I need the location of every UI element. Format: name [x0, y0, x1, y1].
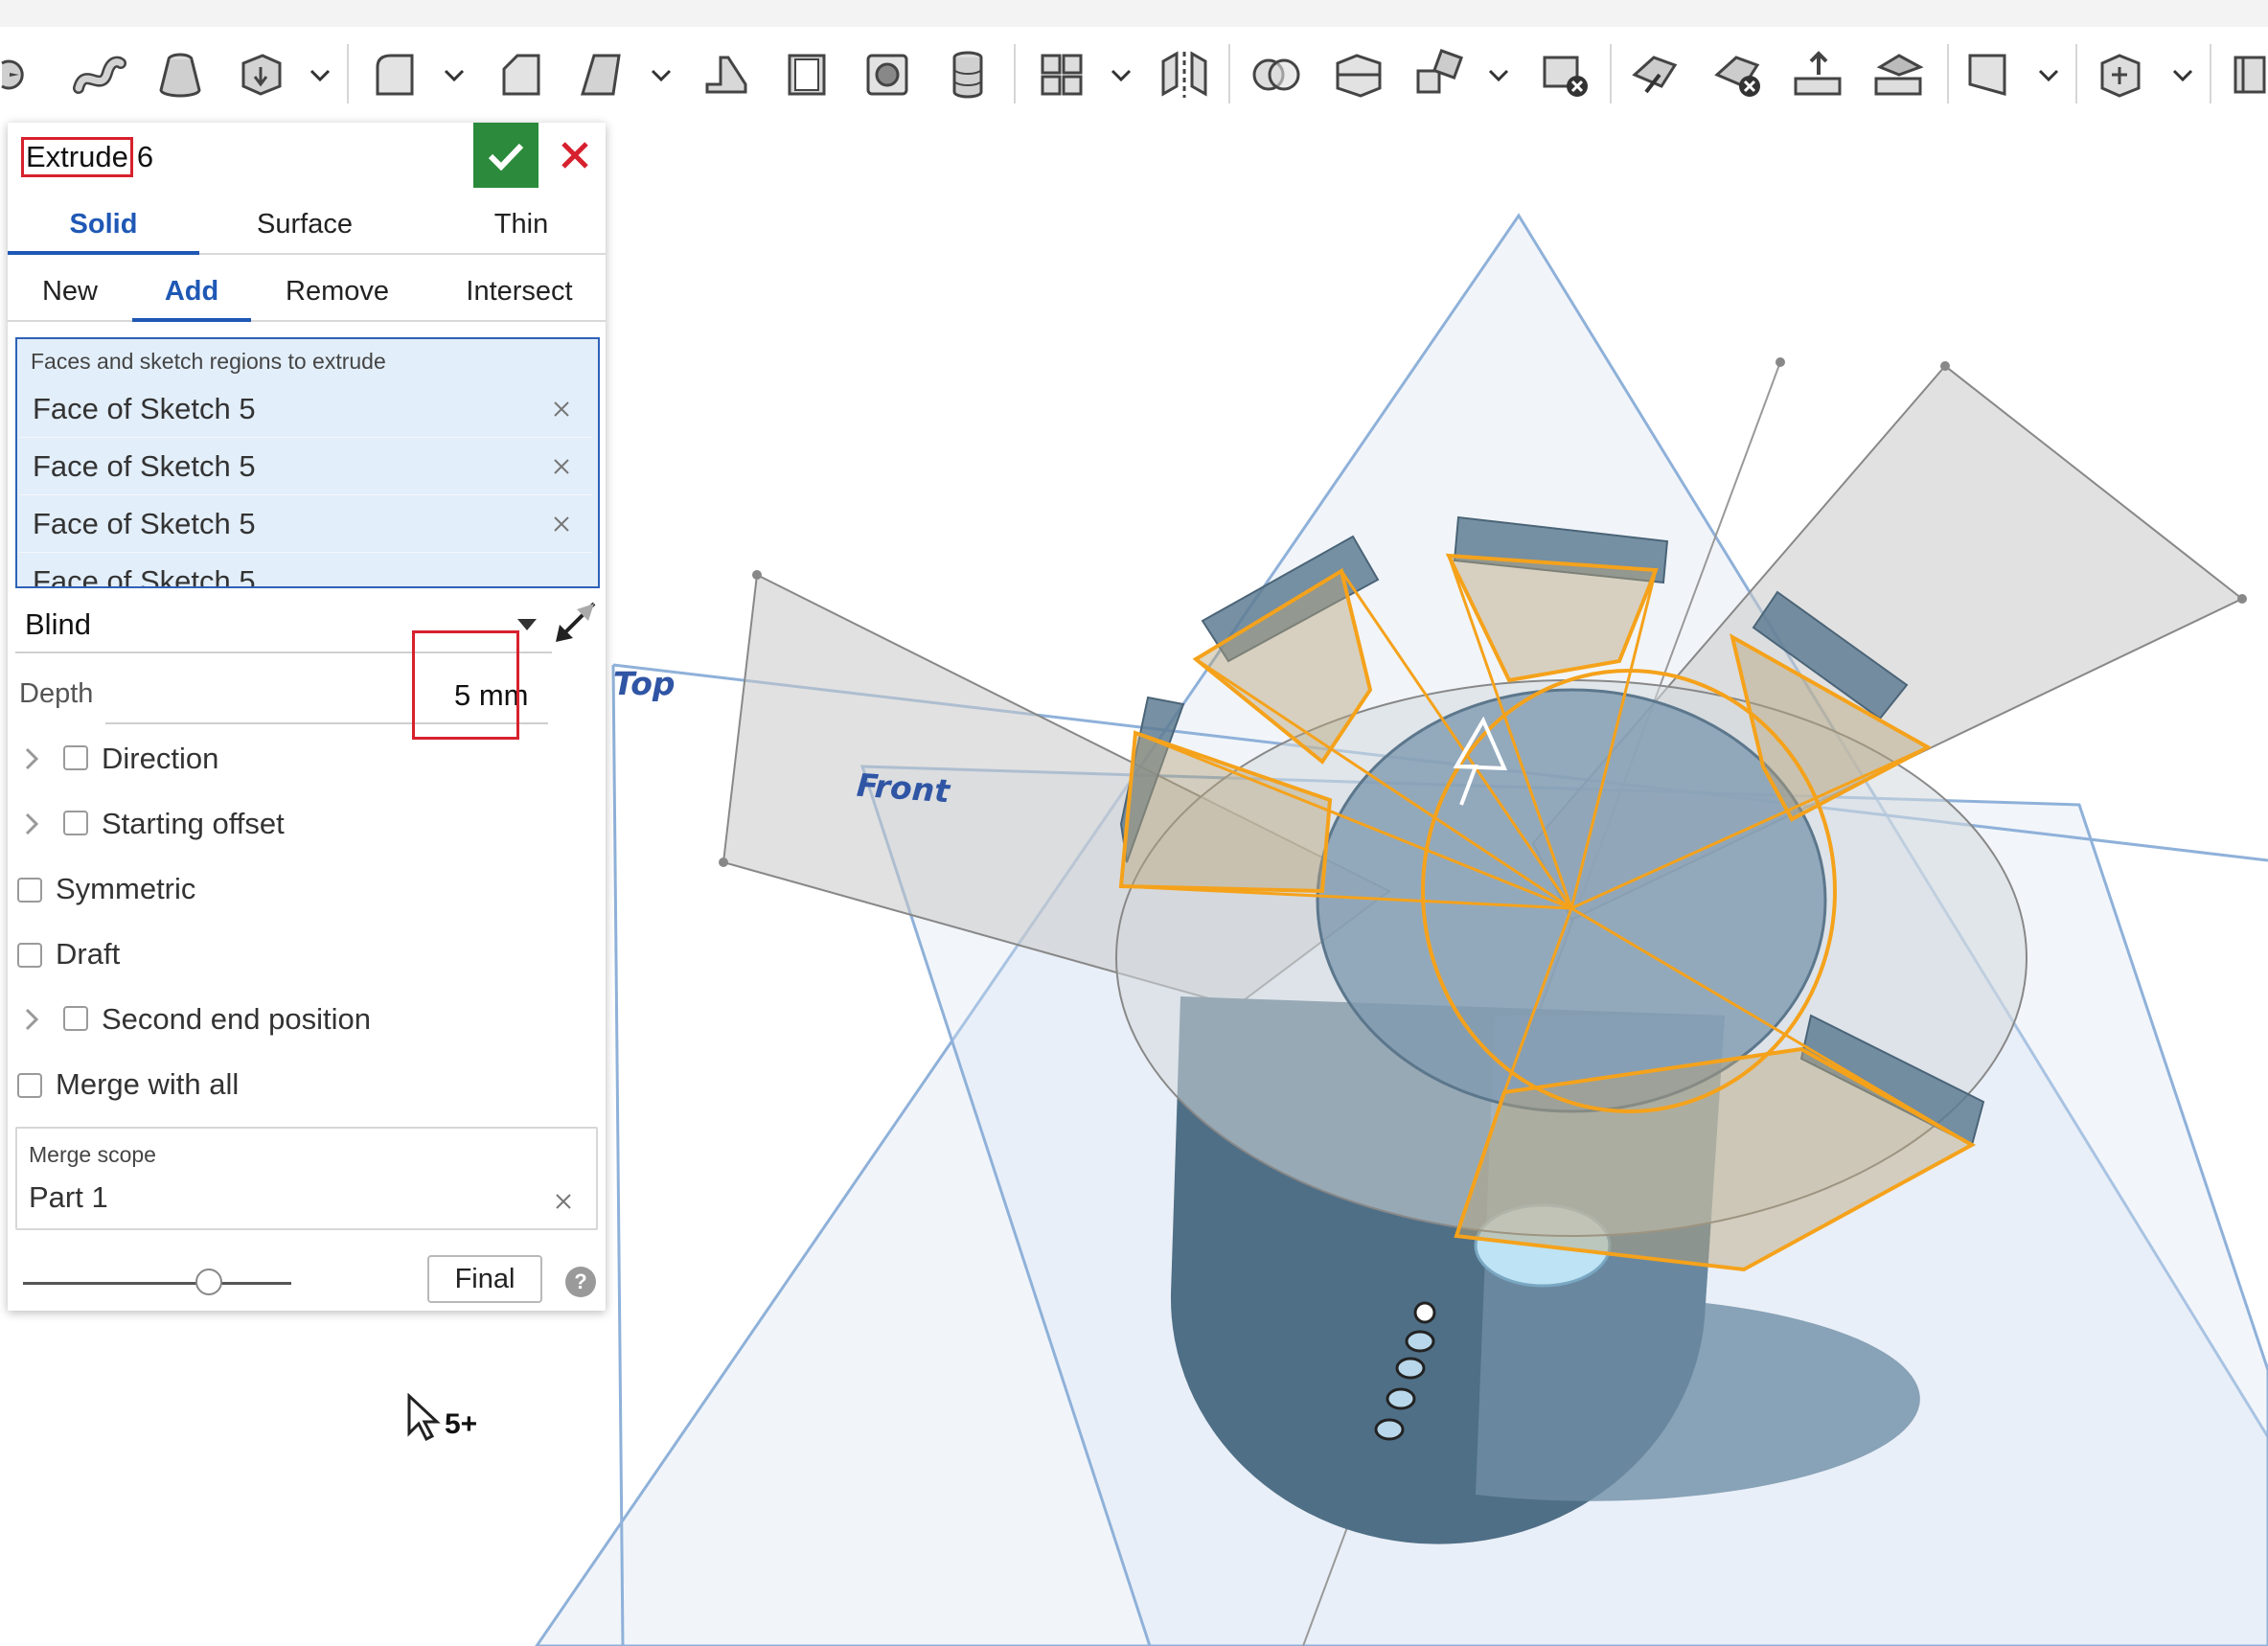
delete-part-icon[interactable]: [1537, 27, 1594, 123]
extrude-dialog: Extrude 6 Solid Surface Thin New Add Remo…: [8, 123, 606, 1311]
slider-thumb[interactable]: [195, 1269, 222, 1295]
cancel-button[interactable]: [550, 130, 600, 180]
face-item-label: Face of Sketch 5: [33, 449, 256, 483]
direction-checkbox[interactable]: [63, 745, 88, 770]
tab-surface[interactable]: Surface: [209, 197, 401, 251]
draft-label: Draft: [56, 937, 121, 971]
chevron-down-icon: [517, 619, 537, 630]
top-strip: [0, 0, 2268, 28]
starting-offset-label: Starting offset: [102, 807, 285, 840]
plane-label-front: Front: [855, 766, 951, 811]
remove-icon[interactable]: [552, 400, 571, 419]
boolean-icon[interactable]: [1248, 27, 1305, 123]
mouse-pointer-icon: [407, 1393, 441, 1442]
face-item-label: Face of Sketch 5: [33, 564, 256, 588]
direction-label: Direction: [102, 742, 219, 775]
modify-face-icon[interactable]: [1627, 27, 1684, 123]
merge-all-checkbox[interactable]: [17, 1073, 42, 1098]
symmetric-label: Symmetric: [56, 872, 196, 905]
depth-label: Depth: [19, 678, 94, 709]
final-button[interactable]: Final: [427, 1255, 542, 1303]
faces-selection-box[interactable]: Faces and sketch regions to extrude Face…: [15, 337, 600, 588]
plane-icon[interactable]: [1962, 27, 2020, 123]
draft-icon[interactable]: [575, 27, 629, 123]
checkmark-icon: [488, 143, 524, 171]
cursor-badge: 5+: [445, 1408, 478, 1440]
operation-tabs: New Add Remove Intersect: [8, 264, 606, 322]
symmetric-checkbox[interactable]: [17, 878, 42, 903]
shell-icon[interactable]: [780, 27, 834, 123]
title-highlight: Extrude: [21, 137, 133, 177]
face-item-label: Face of Sketch 5: [33, 507, 256, 540]
thicken-icon[interactable]: [234, 27, 287, 123]
transform-icon[interactable]: [1410, 27, 1468, 123]
feature-toolbar: [0, 27, 2268, 123]
sweep-icon[interactable]: [73, 27, 126, 123]
second-end-label: Second end position: [102, 1002, 371, 1036]
delete-face-icon[interactable]: [1709, 27, 1767, 123]
split-icon[interactable]: [1330, 27, 1387, 123]
tab-add[interactable]: Add: [132, 264, 251, 322]
face-item-label: Face of Sketch 5: [33, 392, 256, 425]
remove-icon[interactable]: [552, 457, 571, 476]
chamfer-icon[interactable]: [494, 27, 548, 123]
confirm-button[interactable]: [473, 123, 538, 188]
end-type-value: Blind: [25, 607, 91, 641]
help-icon[interactable]: ?: [565, 1267, 596, 1297]
close-icon: [561, 142, 588, 169]
merge-scope-value: Part 1: [29, 1180, 108, 1214]
loft-icon[interactable]: [153, 27, 207, 123]
more-icon[interactable]: [2229, 27, 2268, 123]
tab-solid[interactable]: Solid: [8, 197, 199, 255]
merge-scope-label: Merge scope: [29, 1142, 156, 1167]
remove-icon[interactable]: [554, 1192, 573, 1211]
face-item[interactable]: Face of Sketch 5: [19, 496, 592, 553]
dropdown-icon[interactable]: [644, 27, 678, 123]
face-item[interactable]: Face of Sketch 5: [19, 381, 592, 438]
chevron-right-icon[interactable]: [23, 1006, 40, 1033]
tab-thin[interactable]: Thin: [425, 197, 617, 251]
remove-icon[interactable]: [552, 514, 571, 534]
fillet-icon[interactable]: [368, 27, 422, 123]
plane-label-top: Top: [613, 665, 676, 702]
flip-direction-icon[interactable]: [552, 600, 598, 646]
draft-checkbox[interactable]: [17, 943, 42, 968]
rib-icon[interactable]: [699, 27, 753, 123]
replace-face-icon[interactable]: [1870, 27, 1928, 123]
move-face-icon[interactable]: [1790, 27, 1847, 123]
mate-connector-icon[interactable]: [2093, 27, 2150, 123]
chevron-right-icon[interactable]: [23, 811, 40, 837]
cylinder-icon[interactable]: [941, 27, 995, 123]
rollback-slider[interactable]: [23, 1282, 291, 1285]
face-item[interactable]: Face of Sketch 5: [19, 554, 592, 588]
faces-label: Faces and sketch regions to extrude: [31, 349, 386, 374]
tab-new[interactable]: New: [8, 264, 132, 318]
dropdown-icon[interactable]: [1104, 27, 1138, 123]
hole-icon[interactable]: [860, 27, 914, 123]
dropdown-icon[interactable]: [2031, 27, 2066, 123]
body-type-tabs: Solid Surface Thin: [8, 197, 606, 255]
second-end-checkbox[interactable]: [63, 1006, 88, 1031]
title-number: 6: [136, 140, 154, 173]
dialog-title[interactable]: Extrude 6: [21, 132, 153, 182]
starting-offset-checkbox[interactable]: [63, 811, 88, 835]
dropdown-icon[interactable]: [303, 27, 337, 123]
merge-scope-box[interactable]: Merge scope Part 1: [15, 1127, 598, 1230]
face-item[interactable]: Face of Sketch 5: [19, 439, 592, 495]
chevron-right-icon[interactable]: [23, 745, 40, 772]
revolve-icon[interactable]: [0, 27, 38, 123]
tab-remove[interactable]: Remove: [261, 264, 414, 318]
dropdown-icon[interactable]: [1481, 27, 1516, 123]
mirror-icon[interactable]: [1157, 27, 1211, 123]
depth-highlight: [412, 630, 519, 740]
pattern-icon[interactable]: [1035, 27, 1088, 123]
tab-intersect[interactable]: Intersect: [425, 264, 613, 318]
dropdown-icon[interactable]: [2165, 27, 2200, 123]
dropdown-icon[interactable]: [437, 27, 471, 123]
merge-all-label: Merge with all: [56, 1067, 240, 1101]
